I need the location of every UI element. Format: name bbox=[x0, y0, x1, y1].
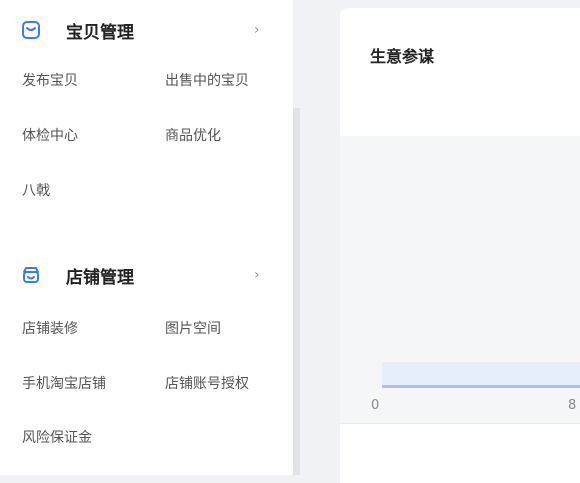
chart-area: 0 8 bbox=[340, 136, 580, 423]
link-store-account-authorization[interactable]: 店铺账号授权 bbox=[165, 373, 249, 393]
card-title: 生意参谋 bbox=[370, 47, 435, 66]
section-title: 店铺管理 bbox=[66, 267, 134, 288]
section-header-store-management[interactable]: 店铺管理 › bbox=[20, 261, 270, 289]
chart-line bbox=[382, 385, 580, 388]
link-mobile-taobao-store[interactable]: 手机淘宝店铺 bbox=[22, 373, 106, 393]
link-store-decoration[interactable]: 店铺装修 bbox=[22, 318, 78, 338]
link-risk-deposit[interactable]: 风险保证金 bbox=[22, 427, 92, 447]
chevron-right-icon[interactable]: › bbox=[254, 22, 260, 38]
link-products-on-sale[interactable]: 出售中的宝贝 bbox=[165, 70, 249, 90]
x-tick-label: 0 bbox=[371, 398, 380, 413]
divider bbox=[340, 423, 580, 424]
link-publish-product[interactable]: 发布宝贝 bbox=[22, 70, 78, 90]
section-header-product-management[interactable]: 宝贝管理 › bbox=[20, 16, 270, 44]
section-title: 宝贝管理 bbox=[66, 22, 134, 43]
link-product-optimization[interactable]: 商品优化 bbox=[165, 125, 221, 145]
store-icon bbox=[20, 264, 42, 286]
x-tick-label: 8 bbox=[568, 398, 577, 413]
link-image-space[interactable]: 图片空间 bbox=[165, 318, 221, 338]
sidebar: 宝贝管理 › 发布宝贝 出售中的宝贝 体检中心 商品优化 八戟 店铺管理 › 店… bbox=[0, 0, 293, 475]
sidebar-scrollbar[interactable] bbox=[293, 108, 300, 475]
link-health-check-center[interactable]: 体检中心 bbox=[22, 125, 78, 145]
link-bajian[interactable]: 八戟 bbox=[22, 180, 50, 200]
chevron-right-icon[interactable]: › bbox=[254, 267, 260, 283]
business-advisor-card: 生意参谋 0 8 bbox=[340, 8, 580, 483]
product-icon bbox=[20, 19, 42, 41]
